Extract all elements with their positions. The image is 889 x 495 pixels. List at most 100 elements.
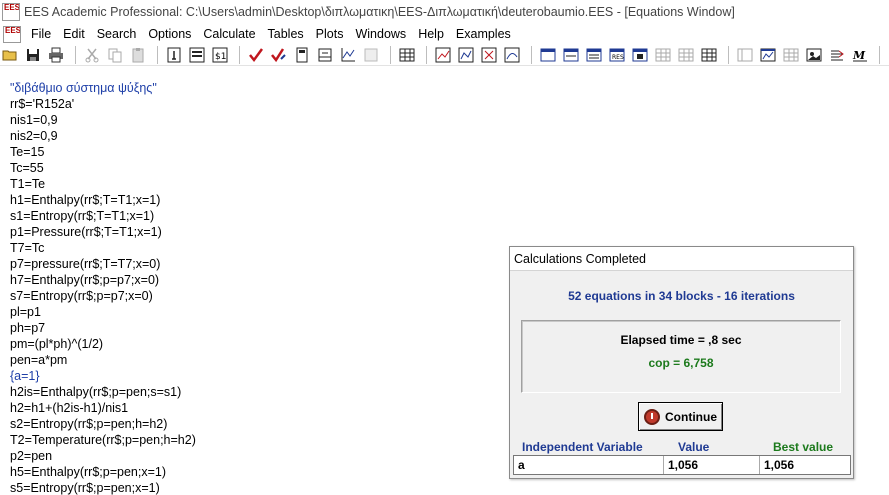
equation-line[interactable]: h1=Enthalpy(rr$;T=T1;x=1) [10, 192, 490, 208]
toolbar-separator [239, 45, 240, 64]
solve-icon[interactable] [269, 45, 289, 65]
comment-line[interactable]: {a=1} [10, 368, 490, 384]
ees-app-icon[interactable]: EES [2, 3, 20, 21]
equation-line[interactable]: ph=p7 [10, 320, 490, 336]
toolbar: $1 RES M ? [0, 44, 889, 66]
toolbar-separator [728, 45, 729, 64]
text-icon[interactable] [827, 45, 847, 65]
menu-calculate[interactable]: Calculate [199, 27, 263, 41]
menu-edit[interactable]: Edit [59, 27, 93, 41]
param-table-icon[interactable] [630, 45, 650, 65]
integral-table-icon[interactable] [699, 45, 719, 65]
equation-line[interactable]: s7=Entropy(rr$;p=p7;x=0) [10, 288, 490, 304]
property-plot-icon[interactable] [315, 45, 335, 65]
document-icon[interactable]: EES [3, 25, 21, 43]
calculator-icon[interactable] [292, 45, 312, 65]
chart-curve-icon[interactable] [502, 45, 522, 65]
svg-text:RES: RES [612, 54, 624, 61]
equation-line[interactable]: p2=pen [10, 448, 490, 464]
diagram-icon[interactable] [735, 45, 755, 65]
comment-line[interactable]: "διβάθμιο σύστημα ψύξης" [10, 80, 490, 96]
toolbar-separator [426, 45, 427, 64]
results-box: Elapsed time = ,8 sec cop = 6,758 [521, 320, 841, 393]
equation-line[interactable]: Te=15 [10, 144, 490, 160]
toolbar-separator [75, 45, 76, 64]
equation-line[interactable]: pm=(pl*ph)^(1/2) [10, 336, 490, 352]
menu-options[interactable]: Options [144, 27, 199, 41]
continue-button[interactable]: Continue [638, 402, 723, 431]
eqn-window-icon[interactable] [538, 45, 558, 65]
equation-line[interactable]: s1=Entropy(rr$;T=T1;x=1) [10, 208, 490, 224]
menu-windows[interactable]: Windows [351, 27, 414, 41]
toolbar-separator [157, 45, 158, 64]
solution-icon[interactable] [584, 45, 604, 65]
plot-window-icon[interactable] [758, 45, 778, 65]
equation-line[interactable]: h2is=Enthalpy(rr$;p=pen;s=s1) [10, 384, 490, 400]
save-icon[interactable] [23, 45, 43, 65]
print-icon[interactable] [46, 45, 66, 65]
info-icon[interactable] [164, 45, 184, 65]
picture-icon[interactable] [804, 45, 824, 65]
equation-line[interactable]: nis2=0,9 [10, 128, 490, 144]
residuals-icon[interactable]: RES [607, 45, 627, 65]
independent-variable-table-header: Independent Variable Value Best value [510, 439, 853, 455]
plot-icon[interactable] [338, 45, 358, 65]
continue-label: Continue [665, 409, 717, 424]
cell-best-value: 1,056 [764, 458, 795, 472]
equation-line[interactable]: s2=Entropy(rr$;p=pen;h=h2) [10, 416, 490, 432]
equation-line[interactable]: T1=Te [10, 176, 490, 192]
units-icon[interactable]: $1 [210, 45, 230, 65]
header-value: Value [678, 440, 710, 454]
table-icon[interactable] [397, 45, 417, 65]
cut-icon[interactable] [82, 45, 102, 65]
toolbar-separator [531, 45, 532, 64]
lookup-table-icon[interactable] [653, 45, 673, 65]
check-icon[interactable] [246, 45, 266, 65]
dialog-title: Calculations Completed [510, 247, 853, 271]
table-row[interactable]: a 1,056 1,056 [513, 455, 851, 475]
open-icon[interactable] [0, 45, 20, 65]
equation-line[interactable]: h5=Enthalpy(rr$;p=pen;x=1) [10, 464, 490, 480]
equations-editor[interactable]: "διβάθμιο σύστημα ψύξης" rr$='R152a' nis1=… [10, 80, 490, 495]
equation-line[interactable]: nis1=0,9 [10, 112, 490, 128]
chart-line2-icon[interactable] [456, 45, 476, 65]
cop-value: cop = 6,758 [648, 356, 714, 370]
equation-line[interactable]: pen=a*pm [10, 352, 490, 368]
equation-line[interactable]: h7=Enthalpy(rr$;p=p7;x=0) [10, 272, 490, 288]
function-info-icon[interactable] [187, 45, 207, 65]
macro-icon[interactable]: M [850, 45, 870, 65]
svg-text:$1: $1 [215, 52, 226, 62]
menu-bar: EES File Edit Search Options Calculate T… [0, 24, 889, 44]
menu-help[interactable]: Help [414, 27, 452, 41]
equation-line[interactable]: p1=Pressure(rr$;T=T1;x=1) [10, 224, 490, 240]
chart-line-icon[interactable] [433, 45, 453, 65]
equation-line[interactable]: s5=Entropy(rr$;p=pen;x=1) [10, 480, 490, 495]
disabled-icon[interactable] [361, 45, 381, 65]
chart-x-icon[interactable] [479, 45, 499, 65]
header-best-value: Best value [773, 440, 834, 454]
paste-icon[interactable] [128, 45, 148, 65]
header-independent-variable: Independent Variable [522, 440, 643, 454]
title-bar: EES EES Academic Professional: C:\Users\… [0, 0, 889, 24]
menu-plots[interactable]: Plots [312, 27, 352, 41]
formatted-eqn-icon[interactable] [561, 45, 581, 65]
equation-line[interactable]: T7=Tc [10, 240, 490, 256]
cell-value: 1,056 [664, 456, 760, 474]
equations-summary: 52 equations in 34 blocks - 16 iteration… [568, 289, 795, 303]
menu-examples[interactable]: Examples [452, 27, 519, 41]
menu-tables[interactable]: Tables [264, 27, 312, 41]
array-table-icon[interactable] [676, 45, 696, 65]
menu-search[interactable]: Search [93, 27, 145, 41]
equation-line[interactable]: pl=p1 [10, 304, 490, 320]
grid-icon[interactable] [781, 45, 801, 65]
equation-line[interactable]: Tc=55 [10, 160, 490, 176]
stop-clock-icon [644, 408, 660, 425]
equation-line[interactable]: rr$='R152a' [10, 96, 490, 112]
equation-line[interactable]: h2=h1+(h2is-h1)/nis1 [10, 400, 490, 416]
copy-icon[interactable] [105, 45, 125, 65]
equation-line[interactable]: T2=Temperature(rr$;p=pen;h=h2) [10, 432, 490, 448]
svg-text:M: M [852, 49, 866, 62]
equation-line[interactable]: p7=pressure(rr$;T=T7;x=0) [10, 256, 490, 272]
toolbar-separator [390, 45, 391, 64]
menu-file[interactable]: File [27, 27, 59, 41]
